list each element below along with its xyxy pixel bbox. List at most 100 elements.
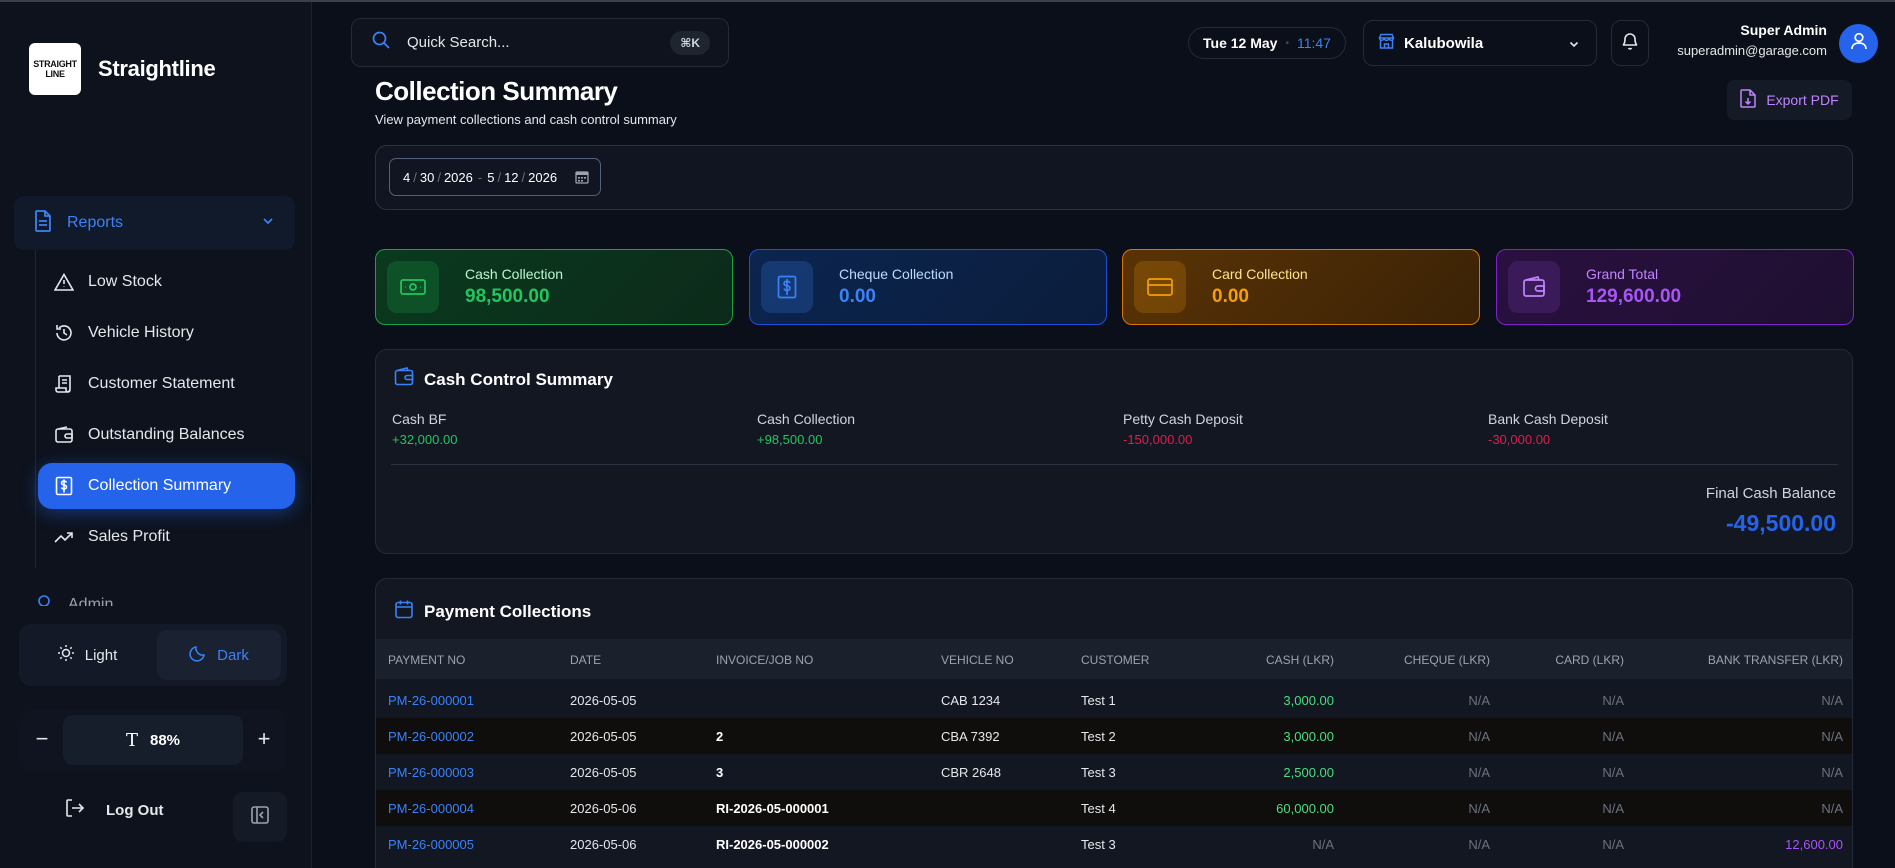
cell-cheque: N/A: [1468, 693, 1490, 708]
payment-no-link[interactable]: PM-26-000004: [388, 801, 474, 816]
sidebar-group-reports[interactable]: Reports: [14, 196, 295, 250]
sidebar-item-sales-profit[interactable]: Sales Profit: [38, 514, 295, 560]
sidebar-item-label: Low Stock: [88, 273, 162, 290]
quick-search[interactable]: Quick Search... ⌘K: [351, 18, 729, 67]
table-row[interactable]: PM-26-000003 2026-05-05 3 CBR 2648 Test …: [376, 754, 1852, 790]
sidebar-item-label: Customer Statement: [88, 375, 235, 392]
cell-date: 2026-05-06: [570, 801, 637, 816]
bank-cash-deposit-value: -30,000.00: [1488, 432, 1551, 447]
payment-collections-title: Payment Collections: [394, 599, 591, 624]
theme-switcher: Light Dark: [19, 624, 287, 686]
cell-card: N/A: [1602, 801, 1624, 816]
chevron-down-icon: [1568, 37, 1580, 54]
sidebar-collapse-icon: [250, 805, 270, 830]
logout-icon: [64, 797, 86, 823]
table-row[interactable]: PM-26-000005 2026-05-06 RI-2026-05-00000…: [376, 826, 1852, 862]
final-cash-balance-label: Final Cash Balance: [1705, 485, 1836, 502]
column-header[interactable]: PAYMENT NO: [388, 653, 465, 667]
cash-control-title-text: Cash Control Summary: [424, 369, 613, 389]
logout-button[interactable]: Log Out: [64, 795, 163, 825]
cell-cash: 3,000.00: [1283, 729, 1334, 744]
wallet-icon: [1508, 261, 1560, 313]
sidebar-item-vehicle-history[interactable]: Vehicle History: [38, 310, 295, 356]
logout-label: Log Out: [106, 801, 164, 819]
store-icon: [1378, 33, 1395, 53]
theme-light-button[interactable]: Light: [25, 630, 149, 680]
column-header[interactable]: INVOICE/JOB NO: [716, 653, 813, 667]
column-header[interactable]: VEHICLE NO: [941, 653, 1014, 667]
date-to-month: 5: [487, 169, 495, 185]
cell-customer: Test 1: [1081, 693, 1116, 708]
brand[interactable]: STRAIGHT LINE Straightline: [29, 43, 216, 95]
sidebar-item-low-stock[interactable]: Low Stock: [38, 259, 295, 305]
sidebar-item-outstanding-balances[interactable]: Outstanding Balances: [38, 412, 295, 458]
cell-cash: 2,500.00: [1283, 765, 1334, 780]
table-row[interactable]: PM-26-000002 2026-05-05 2 CBA 7392 Test …: [376, 718, 1852, 754]
cell-card: N/A: [1602, 837, 1624, 852]
theme-dark-label: Dark: [217, 646, 249, 664]
stat-label: Grand Total: [1586, 266, 1659, 282]
cell-date: 2026-05-05: [570, 729, 637, 744]
sidebar-item-customer-statement[interactable]: Customer Statement: [38, 361, 295, 407]
date-separator: /: [497, 169, 502, 185]
column-header[interactable]: BANK TRANSFER (LKR): [1708, 653, 1843, 667]
calendar-icon[interactable]: [575, 170, 589, 187]
date-separator: /: [521, 169, 526, 185]
notifications-button[interactable]: [1611, 20, 1649, 66]
column-header[interactable]: CARD (LKR): [1555, 653, 1624, 667]
cell-invoice: RI-2026-05-000002: [716, 837, 829, 852]
stat-value: 98,500.00: [465, 286, 550, 307]
search-shortcut-badge: ⌘K: [670, 31, 710, 55]
avatar[interactable]: [1839, 24, 1878, 63]
date-range-input[interactable]: 4/30/2026 - 5/12/2026: [389, 158, 601, 196]
cell-invoice: 3: [716, 765, 724, 780]
zoom-level: T 88%: [63, 715, 243, 765]
text-size-icon: T: [125, 729, 138, 751]
column-header[interactable]: CASH (LKR): [1266, 653, 1334, 667]
cash-bf-value: +32,000.00: [392, 432, 458, 447]
stat-label: Cash Collection: [465, 266, 564, 282]
sidebar: STRAIGHT LINE Straightline Reports Low S…: [0, 2, 312, 868]
sidebar-item-collection-summary[interactable]: Collection Summary: [38, 463, 295, 509]
zoom-in-button[interactable]: +: [249, 724, 279, 754]
branch-selector[interactable]: Kalubowila: [1363, 20, 1597, 66]
export-pdf-label: Export PDF: [1766, 92, 1839, 108]
theme-light-label: Light: [84, 646, 118, 664]
collapse-sidebar-button[interactable]: [233, 792, 287, 842]
cell-vehicle: CAB 1234: [941, 693, 1001, 708]
page-title: Collection Summary: [375, 76, 618, 106]
wallet-icon: [54, 425, 74, 445]
date-from-month: 4: [403, 169, 411, 185]
file-download-icon: [1740, 89, 1757, 111]
petty-cash-deposit-label: Petty Cash Deposit: [1123, 411, 1243, 427]
user-info[interactable]: Super Admin superadmin@garage.com: [1677, 22, 1827, 58]
payment-no-link[interactable]: PM-26-000001: [388, 693, 474, 708]
column-header[interactable]: CHEQUE (LKR): [1404, 653, 1490, 667]
warning-icon: [54, 272, 74, 292]
payment-no-link[interactable]: PM-26-000005: [388, 837, 474, 852]
sidebar-group-label: Admin: [68, 596, 114, 606]
bank-cash-deposit: Bank Cash Deposit -30,000.00: [1488, 411, 1608, 447]
table-row[interactable]: PM-26-000001 2026-05-05 CAB 1234 Test 1 …: [376, 682, 1852, 718]
theme-dark-button[interactable]: Dark: [157, 630, 281, 680]
cell-vehicle: CBR 2648: [941, 765, 1001, 780]
cash-bf-label: Cash BF: [392, 411, 447, 427]
table-row[interactable]: PM-26-000004 2026-05-06 RI-2026-05-00000…: [376, 790, 1852, 826]
user-name: Super Admin: [1740, 22, 1827, 38]
date-range-dash: -: [477, 169, 483, 185]
sidebar-group-admin[interactable]: Admin: [30, 590, 295, 606]
date-from-year: 2026: [443, 169, 473, 185]
stat-value: 0.00: [1212, 286, 1249, 307]
search-input[interactable]: Quick Search...: [407, 34, 510, 51]
payment-collections-card: Payment Collections PAYMENT NO DATE INVO…: [375, 578, 1853, 868]
current-time: 11:47: [1296, 35, 1331, 51]
column-header[interactable]: DATE: [570, 653, 601, 667]
cell-cheque: N/A: [1468, 837, 1490, 852]
payment-no-link[interactable]: PM-26-000002: [388, 729, 474, 744]
zoom-out-button[interactable]: −: [27, 724, 57, 754]
stat-cheque-collection: Cheque Collection 0.00: [749, 249, 1107, 325]
payment-no-link[interactable]: PM-26-000003: [388, 765, 474, 780]
sidebar-item-label: Outstanding Balances: [88, 426, 245, 443]
column-header[interactable]: CUSTOMER: [1081, 653, 1149, 667]
export-pdf-button[interactable]: Export PDF: [1727, 80, 1852, 120]
